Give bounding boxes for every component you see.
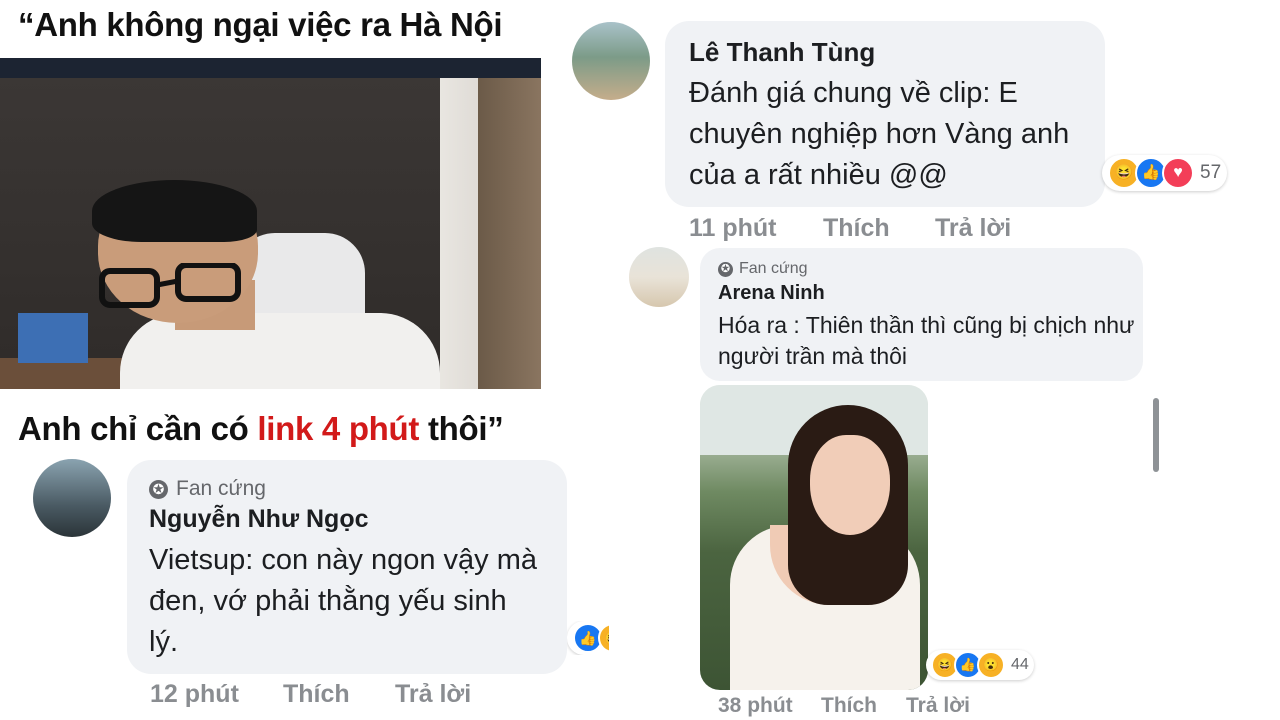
video-top-bar xyxy=(0,58,541,78)
reply-link-1[interactable]: Trả lời xyxy=(395,680,471,709)
fan-badge-label: Fan cứng xyxy=(176,477,266,500)
meme-caption-end: thôi” xyxy=(419,410,504,447)
commenter-name-1[interactable]: Nguyễn Như Ngọc xyxy=(149,505,369,534)
comment-text-2: Đánh giá chung về clip: E chuyên nghiệp … xyxy=(689,77,1070,191)
fan-badge-label: Fan cứng xyxy=(739,260,808,277)
meme-caption-start: Anh chỉ cần có xyxy=(18,410,258,447)
like-link-2[interactable]: Thích xyxy=(823,214,890,243)
star-badge-icon: ✪ xyxy=(718,261,733,277)
scrollbar[interactable] xyxy=(1153,398,1159,472)
like-link-3[interactable]: Thích xyxy=(821,694,877,718)
comment-time-1: 12 phút xyxy=(150,680,239,708)
meme-caption-highlight: link 4 phút xyxy=(257,410,420,447)
meme-caption: Anh chỉ cần có link 4 phút thôi” xyxy=(18,410,504,448)
comment-photo[interactable] xyxy=(700,385,928,690)
comment-meta-1: 12 phút xyxy=(150,680,239,709)
fan-badge-1: ✪ Fan cứng xyxy=(149,477,266,501)
video-person-shirt xyxy=(120,313,440,389)
fan-badge-3: ✪ Fan cứng xyxy=(718,260,808,278)
video-frame xyxy=(0,58,541,389)
like-link-1[interactable]: Thích xyxy=(283,680,350,709)
reaction-count-3: 44 xyxy=(1011,656,1029,673)
video-door-panel xyxy=(478,78,541,389)
meme-headline-area: “Anh không ngại việc ra Hà Nội xyxy=(0,0,541,56)
comment-time-3: 38 phút xyxy=(718,694,793,717)
comment-time-2: 11 phút xyxy=(689,214,777,242)
commenter-name-2[interactable]: Lê Thanh Tùng xyxy=(689,37,875,68)
video-box xyxy=(18,313,88,363)
comment-bubble-3: ✪ Fan cứng Arena Ninh Hóa ra : Thiên thầ… xyxy=(700,248,1143,381)
comment-bubble-2: Lê Thanh Tùng Đánh giá chung về clip: E … xyxy=(665,21,1105,207)
avatar-arena-ninh[interactable] xyxy=(629,247,689,307)
comment-text-3: Hóa ra : Thiên thần thì cũng bị chịch nh… xyxy=(718,312,1135,369)
reply-link-3[interactable]: Trả lời xyxy=(906,694,970,718)
video-person-hair xyxy=(92,180,257,242)
commenter-name-3[interactable]: Arena Ninh xyxy=(718,282,825,305)
video-person-glasses xyxy=(99,263,241,308)
reactions-3[interactable]: 😆 👍 😮 44 xyxy=(926,650,1034,680)
wow-reaction-icon: 😮 xyxy=(977,651,1005,679)
reactions-1-clipped[interactable]: 👍 😆 xyxy=(567,621,609,655)
haha-reaction-icon: 😆 xyxy=(598,623,609,653)
avatar-le-thanh-tung[interactable] xyxy=(572,22,650,100)
star-badge-icon: ✪ xyxy=(149,479,168,499)
photo-face xyxy=(810,435,890,535)
comment-text-1: Vietsup: con này ngon vậy mà đen, vớ phả… xyxy=(149,544,537,658)
reply-link-2[interactable]: Trả lời xyxy=(935,214,1011,243)
love-reaction-icon: ♥ xyxy=(1162,157,1194,189)
avatar-nguyen-nhu-ngoc[interactable] xyxy=(33,459,111,537)
reaction-count-2: 57 xyxy=(1200,162,1222,183)
reactions-2[interactable]: 😆 👍 ♥ 57 xyxy=(1102,155,1228,191)
comment-bubble-1: ✪ Fan cứng Nguyễn Như Ngọc Vietsup: con … xyxy=(127,460,567,674)
meme-headline: “Anh không ngại việc ra Hà Nội xyxy=(18,6,503,43)
